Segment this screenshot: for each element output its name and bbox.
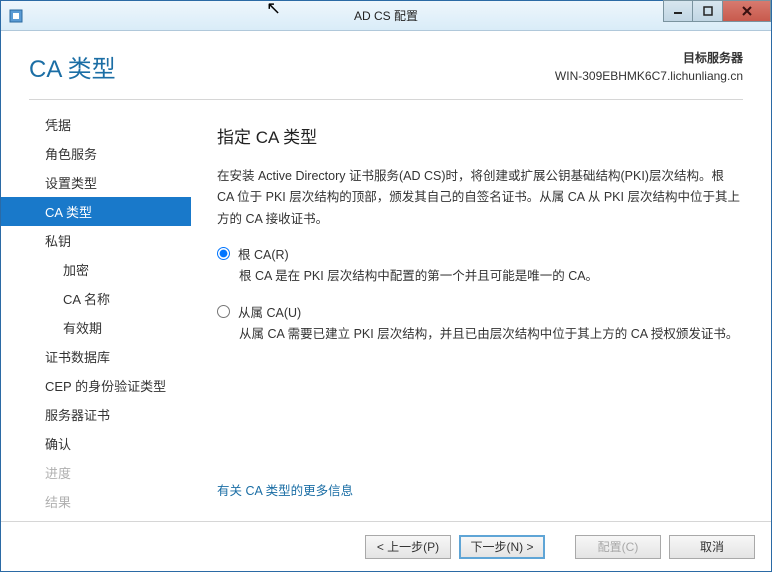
sub-ca-label: 从属 CA(U) bbox=[238, 302, 301, 321]
target-server-label: 目标服务器 bbox=[555, 49, 743, 67]
sidebar-item-9[interactable]: CEP 的身份验证类型 bbox=[1, 371, 191, 400]
titlebar[interactable]: AD CS 配置 ↖ bbox=[1, 1, 771, 31]
app-icon bbox=[7, 7, 25, 25]
cancel-button[interactable]: 取消 bbox=[669, 535, 755, 559]
sidebar-item-8[interactable]: 证书数据库 bbox=[1, 342, 191, 371]
sidebar-item-1[interactable]: 角色服务 bbox=[1, 139, 191, 168]
sub-ca-radio-row[interactable]: 从属 CA(U) bbox=[217, 302, 741, 321]
sidebar-item-10[interactable]: 服务器证书 bbox=[1, 400, 191, 429]
cursor-icon: ↖ bbox=[266, 0, 281, 19]
prev-button[interactable]: < 上一步(P) bbox=[365, 535, 451, 559]
root-ca-desc: 根 CA 是在 PKI 层次结构中配置的第一个并且可能是唯一的 CA。 bbox=[239, 266, 741, 286]
sidebar-item-3[interactable]: CA 类型 bbox=[1, 197, 191, 226]
sidebar-item-13: 结果 bbox=[1, 487, 191, 516]
main-panel: 指定 CA 类型 在安装 Active Directory 证书服务(AD CS… bbox=[191, 110, 771, 521]
header-zone: CA 类型 目标服务器 WIN-309EBHMK6C7.lichunliang.… bbox=[1, 31, 771, 91]
configure-button[interactable]: 配置(C) bbox=[575, 535, 661, 559]
sidebar-item-2[interactable]: 设置类型 bbox=[1, 168, 191, 197]
target-server-block: 目标服务器 WIN-309EBHMK6C7.lichunliang.cn bbox=[555, 49, 743, 85]
minimize-button[interactable] bbox=[663, 0, 693, 22]
main-description: 在安装 Active Directory 证书服务(AD CS)时，将创建或扩展… bbox=[217, 166, 741, 230]
maximize-button[interactable] bbox=[693, 0, 723, 22]
footer: < 上一步(P) 下一步(N) > 配置(C) 取消 bbox=[1, 521, 771, 571]
sidebar-item-0[interactable]: 凭据 bbox=[1, 110, 191, 139]
sub-ca-desc: 从属 CA 需要已建立 PKI 层次结构，并且已由层次结构中位于其上方的 CA … bbox=[239, 324, 741, 344]
sidebar-item-11[interactable]: 确认 bbox=[1, 429, 191, 458]
body-zone: 凭据角色服务设置类型CA 类型私钥加密CA 名称有效期证书数据库CEP 的身份验… bbox=[1, 100, 771, 521]
sidebar-item-5[interactable]: 加密 bbox=[1, 255, 191, 284]
window-controls bbox=[663, 0, 771, 22]
root-ca-radio[interactable] bbox=[217, 247, 230, 260]
page-title: CA 类型 bbox=[29, 49, 116, 84]
root-ca-radio-row[interactable]: 根 CA(R) bbox=[217, 244, 741, 263]
wizard-window: AD CS 配置 ↖ CA 类型 目标服务器 WIN-309EBHMK6C7.l… bbox=[0, 0, 772, 572]
main-heading: 指定 CA 类型 bbox=[217, 123, 741, 148]
root-ca-label: 根 CA(R) bbox=[238, 244, 289, 263]
sidebar: 凭据角色服务设置类型CA 类型私钥加密CA 名称有效期证书数据库CEP 的身份验… bbox=[1, 110, 191, 521]
sub-ca-radio[interactable] bbox=[217, 305, 230, 318]
sidebar-item-6[interactable]: CA 名称 bbox=[1, 284, 191, 313]
more-info-link[interactable]: 有关 CA 类型的更多信息 bbox=[217, 480, 741, 511]
target-server-value: WIN-309EBHMK6C7.lichunliang.cn bbox=[555, 67, 743, 85]
window-title: AD CS 配置 bbox=[354, 7, 418, 24]
sidebar-item-4[interactable]: 私钥 bbox=[1, 226, 191, 255]
sidebar-item-7[interactable]: 有效期 bbox=[1, 313, 191, 342]
content-area: CA 类型 目标服务器 WIN-309EBHMK6C7.lichunliang.… bbox=[1, 31, 771, 571]
next-button[interactable]: 下一步(N) > bbox=[459, 535, 545, 559]
sidebar-item-12: 进度 bbox=[1, 458, 191, 487]
close-button[interactable] bbox=[723, 0, 771, 22]
